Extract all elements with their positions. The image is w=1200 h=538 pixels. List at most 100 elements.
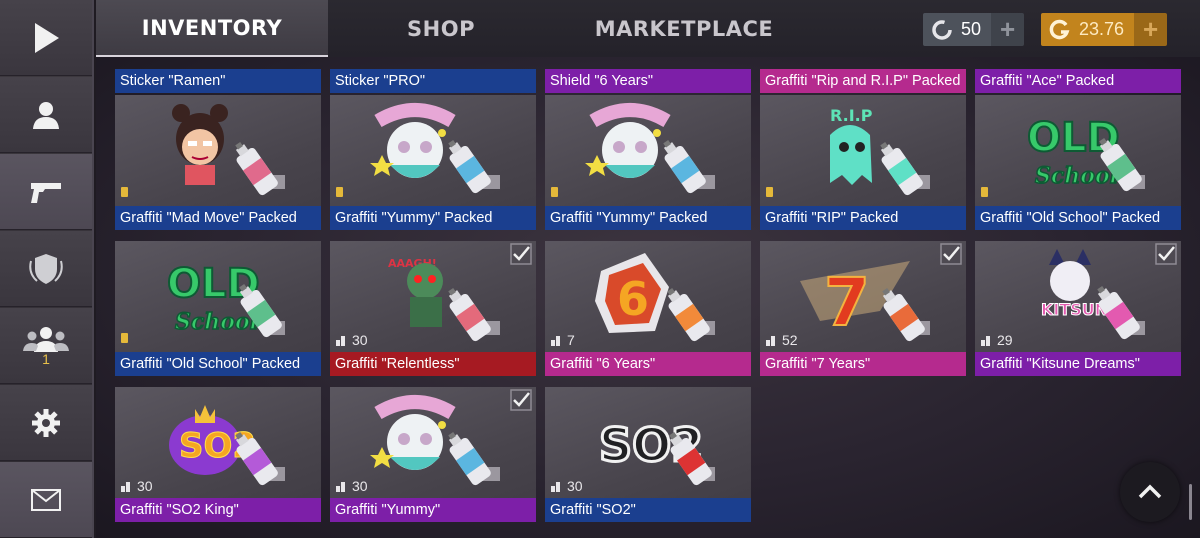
check-icon <box>510 389 532 411</box>
spray-can-icon <box>981 336 990 346</box>
spray-can-icon <box>551 336 560 346</box>
item-label: Sticker "Ramen" <box>115 69 321 93</box>
gold-currency: 23.76 + <box>1041 13 1168 46</box>
profile-icon <box>33 101 59 129</box>
item-count: 52 <box>766 332 798 348</box>
scroll-to-top-button[interactable] <box>1120 462 1180 522</box>
item-label: Graffiti "Mad Move" Packed <box>115 206 321 230</box>
graffiti-art-image <box>585 103 715 194</box>
inventory-item[interactable]: OLD School Graffiti "Old School" Packed <box>115 241 321 376</box>
inventory-item[interactable]: 30 Graffiti "Yummy" <box>330 387 536 522</box>
spray-can-icon <box>336 482 345 492</box>
inventory-button[interactable] <box>0 154 92 230</box>
clan-shield-icon <box>29 253 63 284</box>
item-label: Graffiti "7 Years" <box>760 352 966 376</box>
check-icon <box>940 243 962 265</box>
silver-value: 50 <box>961 19 982 39</box>
play-icon <box>35 22 59 53</box>
inventory-item[interactable]: 6 7 Graffiti "6 Years" <box>545 241 751 376</box>
item-label: Graffiti "Yummy" Packed <box>330 206 536 230</box>
graffiti-art-image <box>370 103 500 194</box>
tab-inventory[interactable]: INVENTORY <box>96 0 328 57</box>
clan-button[interactable] <box>0 231 92 307</box>
inventory-item[interactable]: 7 52 Graffiti "7 Years" <box>760 241 966 376</box>
item-label: Graffiti "SO2" <box>545 498 751 522</box>
item-label: Graffiti "Ace" Packed <box>975 69 1181 93</box>
graffiti-art-image <box>172 104 285 196</box>
packed-icon <box>981 187 988 197</box>
graffiti-art-image: R.I.P <box>830 106 930 196</box>
item-count: 30 <box>551 478 583 494</box>
inventory-grid[interactable]: Sticker "Ramen" Sticker "PRO" Shield "6 Ye… <box>96 57 1200 538</box>
inventory-item[interactable]: Graffiti "Yummy" Packed <box>330 95 536 230</box>
packed-icon <box>336 187 343 197</box>
scrollbar[interactable] <box>1189 484 1192 520</box>
tab-marketplace[interactable]: MARKETPLACE <box>568 0 800 57</box>
silver-coin-icon <box>932 19 952 40</box>
add-gold-button[interactable]: + <box>1134 13 1168 46</box>
item-label: Graffiti "Kitsune Dreams" <box>975 352 1181 376</box>
item-label: Graffiti "Old School" Packed <box>115 352 321 376</box>
packed-icon <box>121 187 128 197</box>
inventory-item[interactable]: R.I.P Graffiti "RIP" Packed <box>760 95 966 230</box>
friends-icon <box>23 326 69 352</box>
item-count: 30 <box>336 332 368 348</box>
svg-text:7: 7 <box>824 264 870 341</box>
pistol-icon <box>31 182 61 203</box>
svg-text:R.I.P: R.I.P <box>830 106 873 125</box>
item-label: Graffiti "6 Years" <box>545 352 751 376</box>
gear-icon <box>32 408 60 437</box>
item-count: 30 <box>121 478 153 494</box>
check-icon <box>1155 243 1177 265</box>
packed-icon <box>121 333 128 343</box>
item-label: Sticker "PRO" <box>330 69 536 93</box>
inventory-item[interactable]: Shield "6 Years" <box>545 63 751 93</box>
inventory-item[interactable]: Graffiti "Ace" Packed <box>975 63 1181 93</box>
inventory-item[interactable]: KITSUNE 29 Graffiti "Kitsune Dreams" <box>975 241 1181 376</box>
item-label: Graffiti "Old School" Packed <box>975 206 1181 230</box>
play-button[interactable] <box>0 0 92 76</box>
item-label: Graffiti "Yummy" <box>330 498 536 522</box>
add-silver-button[interactable]: + <box>991 13 1025 46</box>
inventory-item[interactable]: Graffiti "Yummy" Packed <box>545 95 751 230</box>
friends-button[interactable]: 1 <box>0 308 92 384</box>
inventory-item[interactable]: SO2 30 Graffiti "SO2 King" <box>115 387 321 522</box>
spray-can-icon <box>336 336 345 346</box>
item-count: 30 <box>336 478 368 494</box>
item-label: Graffiti "SO2 King" <box>115 498 321 522</box>
inventory-item[interactable]: Sticker "PRO" <box>330 63 536 93</box>
spray-can-icon <box>766 336 775 346</box>
item-label: Shield "6 Years" <box>545 69 751 93</box>
inventory-item[interactable]: Graffiti "Rip and R.I.P" Packed <box>760 63 966 93</box>
chevron-up-icon <box>1138 484 1162 499</box>
profile-button[interactable] <box>0 77 92 153</box>
inventory-item[interactable]: SO2 30 Graffiti "SO2" <box>545 387 751 522</box>
graffiti-art-image: 6 <box>595 253 715 342</box>
svg-text:6: 6 <box>617 272 649 326</box>
item-count: 29 <box>981 332 1013 348</box>
packed-icon <box>551 187 558 197</box>
mail-icon <box>31 488 61 511</box>
spray-can-icon <box>551 482 560 492</box>
friends-badge: 1 <box>42 350 50 367</box>
check-icon <box>510 243 532 265</box>
gold-value: 23.76 <box>1079 19 1125 39</box>
svg-text:School: School <box>1035 163 1118 189</box>
item-label: Graffiti "RIP" Packed <box>760 206 966 230</box>
item-label: Graffiti "Rip and R.I.P" Packed <box>760 69 966 93</box>
mail-button[interactable] <box>0 462 92 538</box>
tab-shop[interactable]: SHOP <box>325 0 557 57</box>
inventory-item[interactable]: Sticker "Ramen" <box>115 63 321 93</box>
settings-button[interactable] <box>0 385 92 461</box>
inventory-item[interactable]: AAAGH! 30 Graffiti "Relentless" <box>330 241 536 376</box>
sidebar: 1 <box>0 0 94 538</box>
svg-text:School: School <box>175 309 258 335</box>
gold-coin-icon <box>1049 19 1070 39</box>
silver-currency: 50 + <box>923 13 1025 46</box>
inventory-item[interactable]: Graffiti "Mad Move" Packed <box>115 95 321 230</box>
packed-icon <box>766 187 773 197</box>
graffiti-art-image: OLDSchool <box>166 260 285 338</box>
item-label: Graffiti "Yummy" Packed <box>545 206 751 230</box>
item-label: Graffiti "Relentless" <box>330 352 536 376</box>
inventory-item[interactable]: OLD School Graffiti "Old School" Packed <box>975 95 1181 230</box>
